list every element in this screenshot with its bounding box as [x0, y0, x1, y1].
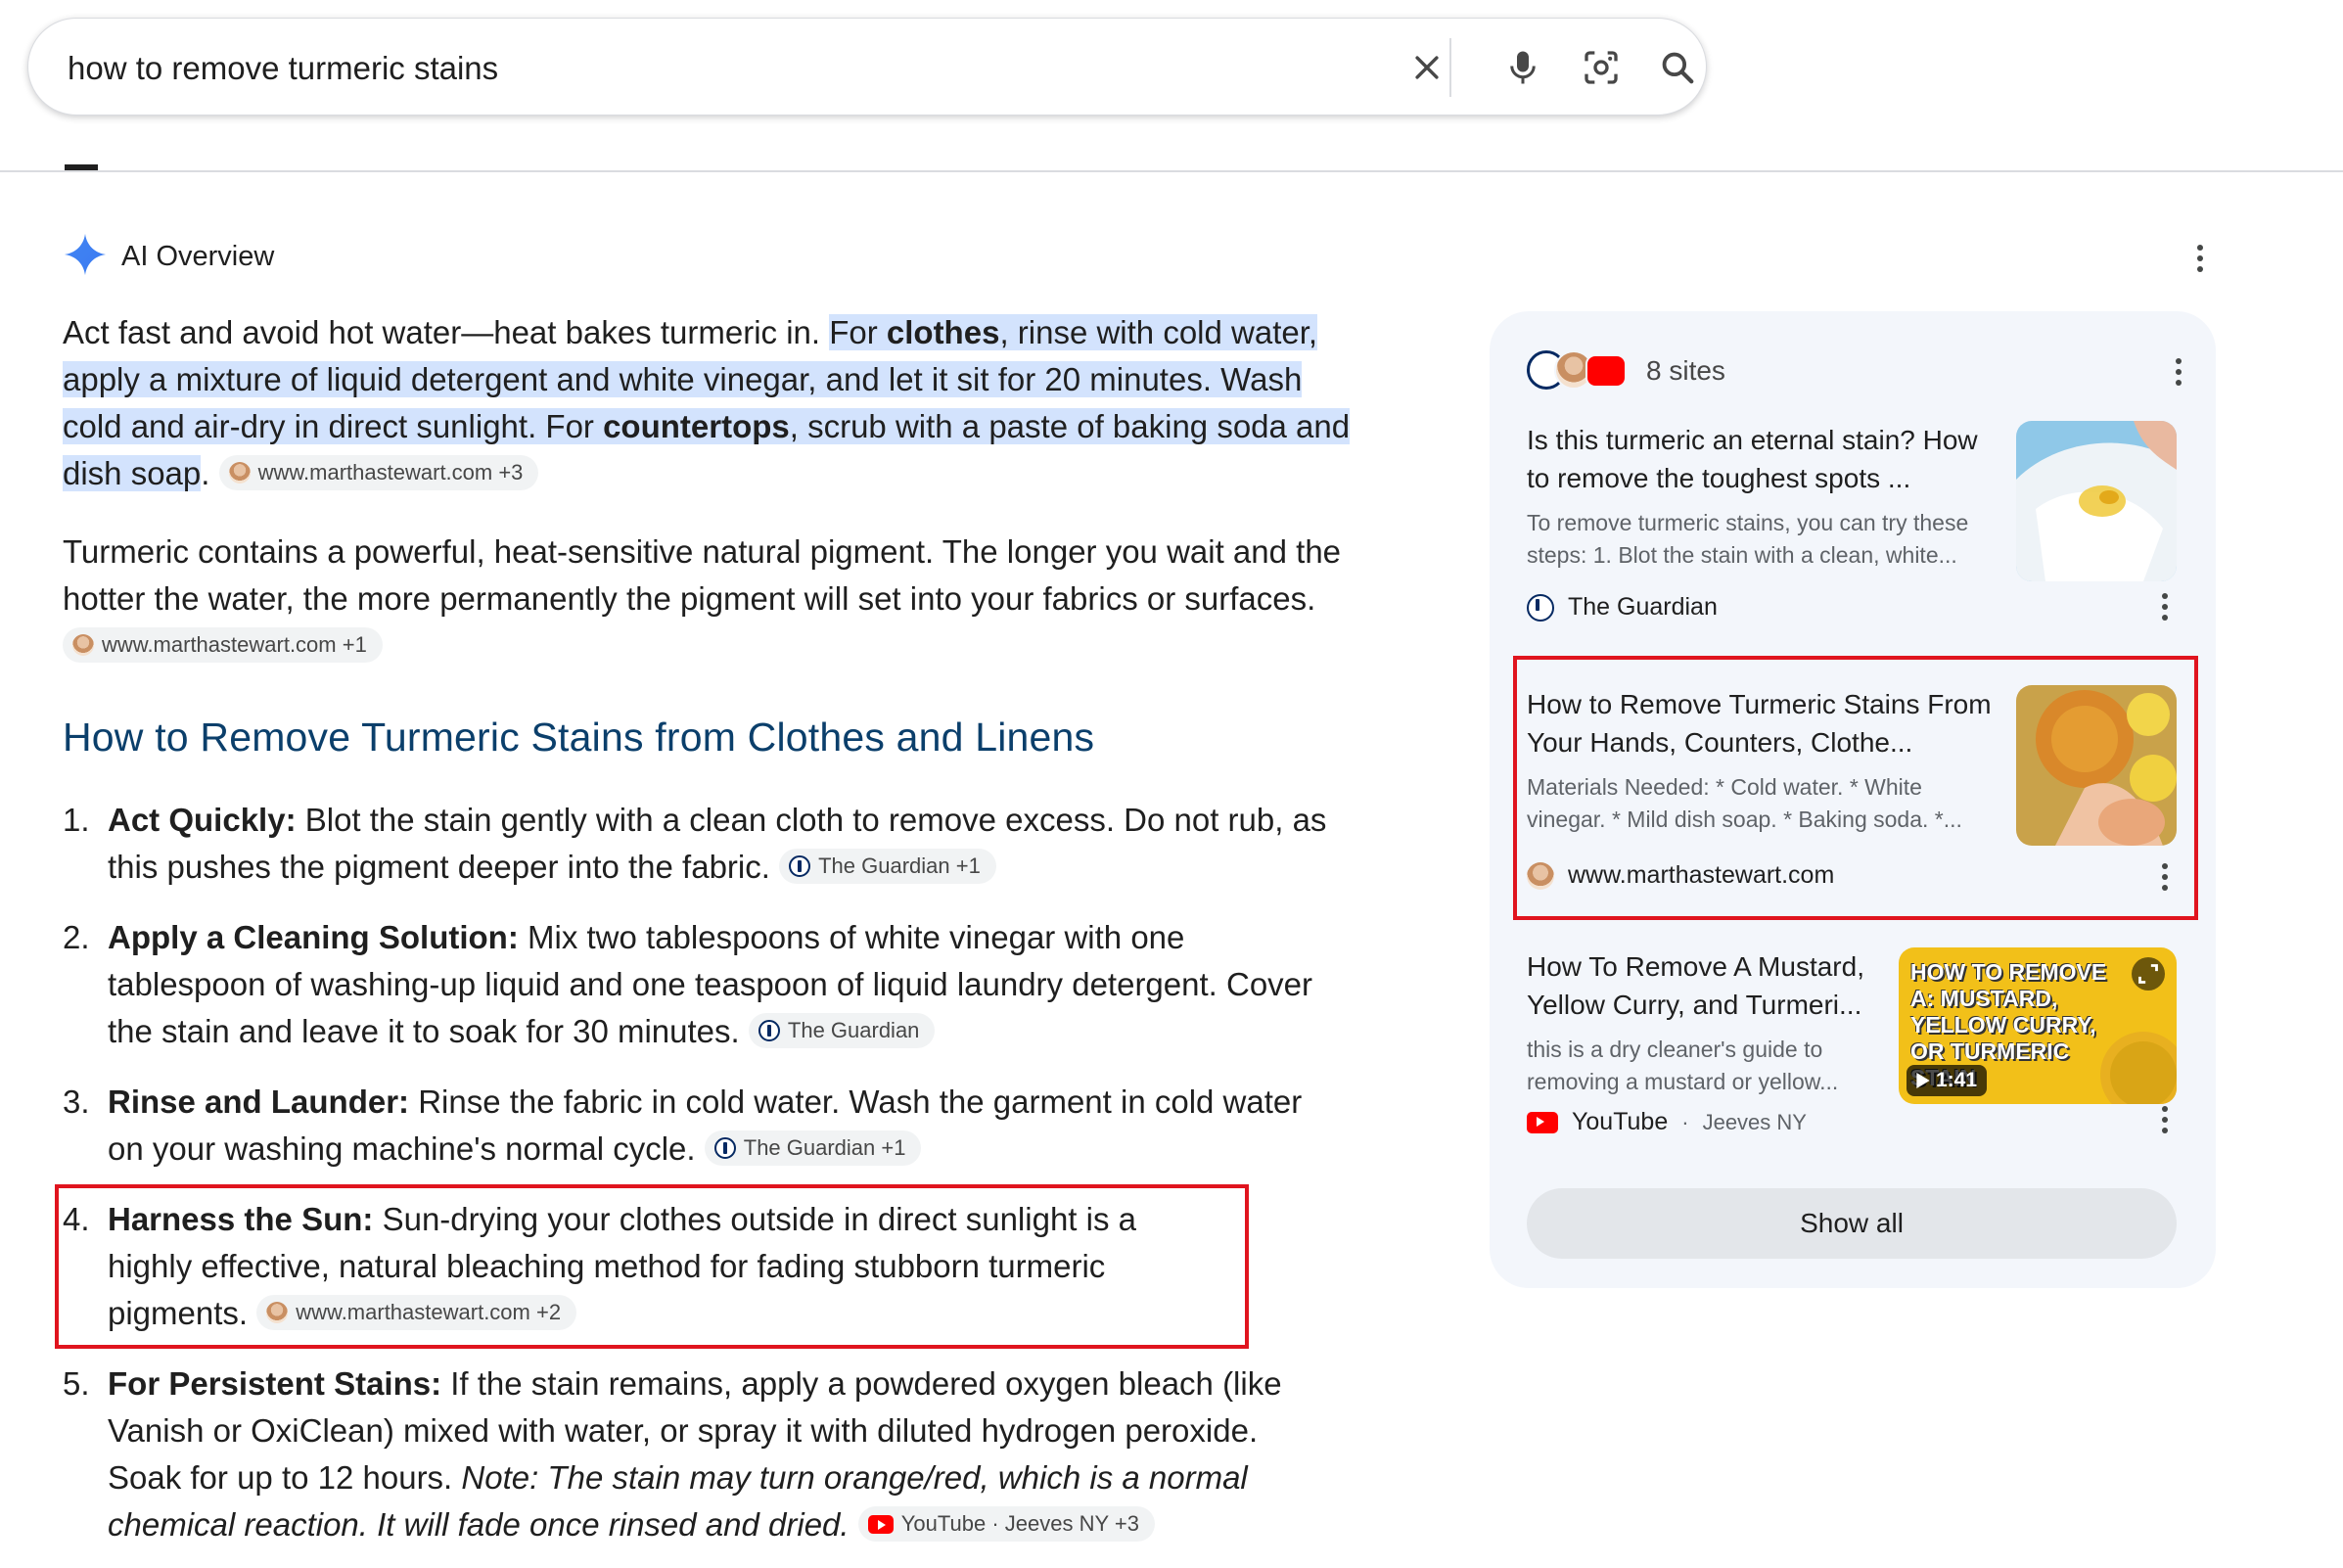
source-chip[interactable]: www.marthastewart.com +1: [63, 627, 383, 664]
video-thumbnail[interactable]: HOW TO REMOVE A: MUSTARD, YELLOW CURRY, …: [1899, 947, 2177, 1104]
source-chip[interactable]: www.marthastewart.com +3: [218, 455, 539, 491]
guardian-favicon-icon: [789, 855, 811, 878]
youtube-favicon-icon: [1585, 354, 1627, 388]
search-divider: [1449, 38, 1451, 97]
more-vert-icon[interactable]: [2145, 1100, 2184, 1139]
more-vert-icon[interactable]: [2181, 239, 2220, 278]
source-chip[interactable]: The Guardian +1: [704, 1130, 922, 1167]
list-item: 5. For Persistent Stains: If the stain r…: [63, 1365, 1282, 1543]
guardian-favicon-icon: [713, 1137, 736, 1160]
card-source: YouTube · Jeeves NY: [1527, 1108, 2177, 1136]
marthastewart-favicon-icon: [228, 462, 251, 484]
youtube-favicon-icon: [867, 1514, 894, 1534]
list-item: 2. Apply a Cleaning Solution: Mix two ta…: [63, 919, 1313, 1049]
sites-count: 8 sites: [1646, 355, 1725, 386]
search-icon[interactable]: [1653, 43, 1702, 92]
video-duration-badge: 1:41: [1907, 1065, 1988, 1096]
expand-icon[interactable]: [2132, 957, 2165, 991]
card-thumbnail[interactable]: [2016, 421, 2177, 581]
source-chip[interactable]: The Guardian: [748, 1013, 936, 1049]
intro-text: Act fast and avoid hot water—heat bakes …: [63, 314, 830, 350]
overview-paragraph-1: Act fast and avoid hot water—heat bakes …: [63, 314, 1351, 491]
clear-icon[interactable]: [1402, 43, 1451, 92]
sources-panel: 8 sites Is this turmeric an eternal stai…: [1490, 311, 2216, 1288]
card-source: The Guardian: [1527, 593, 2177, 622]
annotation-box-card-2: [1513, 656, 2198, 920]
card-title[interactable]: How To Remove A Mustard, Yellow Curry, a…: [1527, 947, 1889, 1024]
annotation-box-step-4: [55, 1184, 1249, 1349]
card-title[interactable]: Is this turmeric an eternal stain? How t…: [1527, 421, 2006, 497]
source-chip[interactable]: The Guardian +1: [779, 849, 996, 885]
source-card[interactable]: How To Remove A Mustard, Yellow Curry, a…: [1527, 947, 2177, 1143]
marthastewart-favicon-icon: [72, 634, 94, 657]
sites-summary[interactable]: 8 sites: [1527, 346, 1725, 395]
youtube-favicon-icon: [1527, 1111, 1558, 1133]
card-snippet: this is a dry cleaner's guide to removin…: [1527, 1037, 1839, 1094]
lens-icon[interactable]: [1577, 43, 1626, 92]
site-favicon-stack: [1527, 350, 1632, 392]
play-icon: [1916, 1073, 1930, 1088]
header-divider: [0, 170, 2343, 172]
search-input[interactable]: [66, 42, 1322, 95]
overview-paragraph-2: Turmeric contains a powerful, heat-sensi…: [63, 529, 1353, 669]
list-item: 3. Rinse and Launder: Rinse the fabric i…: [63, 1084, 1303, 1167]
search-box[interactable]: [27, 18, 1707, 115]
guardian-favicon-icon: [1527, 593, 1554, 622]
ai-sparkle-icon: [63, 232, 108, 282]
ai-overview-header: AI Overview: [63, 233, 274, 280]
guardian-favicon-icon: [758, 1020, 780, 1042]
source-chip[interactable]: YouTube · Jeeves NY +3: [857, 1506, 1155, 1543]
more-vert-icon[interactable]: [2145, 587, 2184, 626]
source-card[interactable]: Is this turmeric an eternal stain? How t…: [1527, 421, 2177, 622]
mic-icon[interactable]: [1498, 43, 1547, 92]
more-vert-icon[interactable]: [2159, 352, 2198, 392]
ai-overview-title: AI Overview: [121, 240, 275, 272]
show-all-button[interactable]: Show all: [1527, 1188, 2177, 1259]
card-snippet: To remove turmeric stains, you can try t…: [1527, 510, 1969, 568]
list-item: 1. Act Quickly: Blot the stain gently wi…: [63, 802, 1327, 885]
section-heading: How to Remove Turmeric Stains from Cloth…: [63, 715, 1095, 760]
